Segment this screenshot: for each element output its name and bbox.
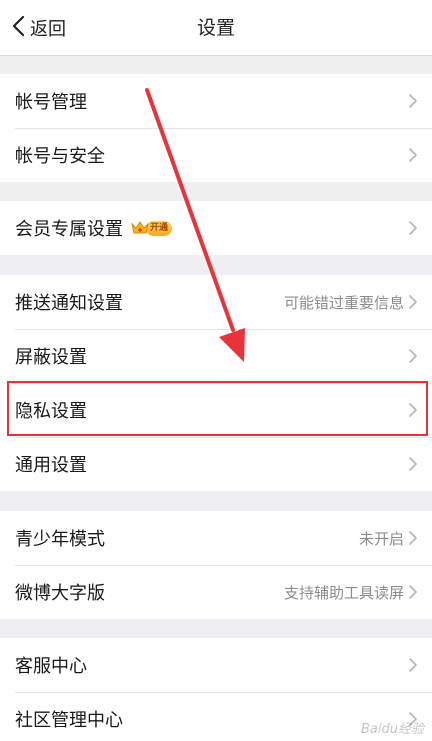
chevron-right-icon <box>409 94 417 108</box>
chevron-right-icon <box>409 658 417 672</box>
row-label: 客服中心 <box>15 656 87 677</box>
row-label: 社区管理中心 <box>15 710 123 731</box>
chevron-right-icon <box>409 585 417 599</box>
chevron-left-icon <box>10 15 28 41</box>
settings-group-general: 推送通知设置 可能错过重要信息 屏蔽设置 隐私设置 通用设置 <box>0 275 432 491</box>
row-value: 未开启 <box>358 529 404 548</box>
chevron-right-icon <box>409 148 417 162</box>
chevron-right-icon <box>409 712 417 726</box>
row-value: 可能错过重要信息 <box>283 293 404 312</box>
settings-group-account: 帐号管理 帐号与安全 <box>0 74 432 182</box>
crown-icon <box>131 221 149 234</box>
settings-row-privacy-settings[interactable]: 隐私设置 <box>0 383 432 437</box>
row-label: 屏蔽设置 <box>15 347 87 368</box>
settings-group-vip: 会员专属设置 开通 <box>0 201 432 255</box>
vip-badge: 开通 <box>131 219 173 237</box>
settings-screen: 返回 设置 帐号管理 帐号与安全 会员专属设置 开通 推送通知设置 可能错过重要… <box>0 0 432 741</box>
settings-row-teen-mode[interactable]: 青少年模式 未开启 <box>0 511 432 565</box>
settings-row-general-settings[interactable]: 通用设置 <box>0 437 432 491</box>
settings-row-account-management[interactable]: 帐号管理 <box>0 74 432 128</box>
vip-badge-label: 开通 <box>146 220 173 236</box>
settings-row-block-settings[interactable]: 屏蔽设置 <box>0 329 432 383</box>
row-value: 支持辅助工具读屏 <box>283 583 404 602</box>
chevron-right-icon <box>409 403 417 417</box>
row-label: 帐号与安全 <box>15 146 105 167</box>
chevron-right-icon <box>409 457 417 471</box>
settings-row-push-notifications[interactable]: 推送通知设置 可能错过重要信息 <box>0 275 432 329</box>
back-button[interactable]: 返回 <box>10 0 66 56</box>
settings-row-vip-settings[interactable]: 会员专属设置 开通 <box>0 201 432 255</box>
row-label: 帐号管理 <box>15 92 87 113</box>
row-label: 青少年模式 <box>15 529 105 550</box>
row-label: 会员专属设置 <box>15 219 123 240</box>
back-label: 返回 <box>30 19 66 40</box>
chevron-right-icon <box>409 221 417 235</box>
row-label: 通用设置 <box>15 455 87 476</box>
row-label: 隐私设置 <box>15 401 87 422</box>
settings-group-modes: 青少年模式 未开启 微博大字版 支持辅助工具读屏 <box>0 511 432 619</box>
chevron-right-icon <box>409 295 417 309</box>
navigation-bar: 返回 设置 <box>0 0 432 56</box>
settings-row-large-text-version[interactable]: 微博大字版 支持辅助工具读屏 <box>0 565 432 619</box>
settings-row-account-security[interactable]: 帐号与安全 <box>0 128 432 182</box>
settings-row-community-management[interactable]: 社区管理中心 <box>0 692 432 741</box>
row-label: 微博大字版 <box>15 583 105 604</box>
chevron-right-icon <box>409 531 417 545</box>
row-label: 推送通知设置 <box>15 293 123 314</box>
settings-row-customer-service[interactable]: 客服中心 <box>0 638 432 692</box>
chevron-right-icon <box>409 349 417 363</box>
settings-group-support: 客服中心 社区管理中心 <box>0 638 432 741</box>
